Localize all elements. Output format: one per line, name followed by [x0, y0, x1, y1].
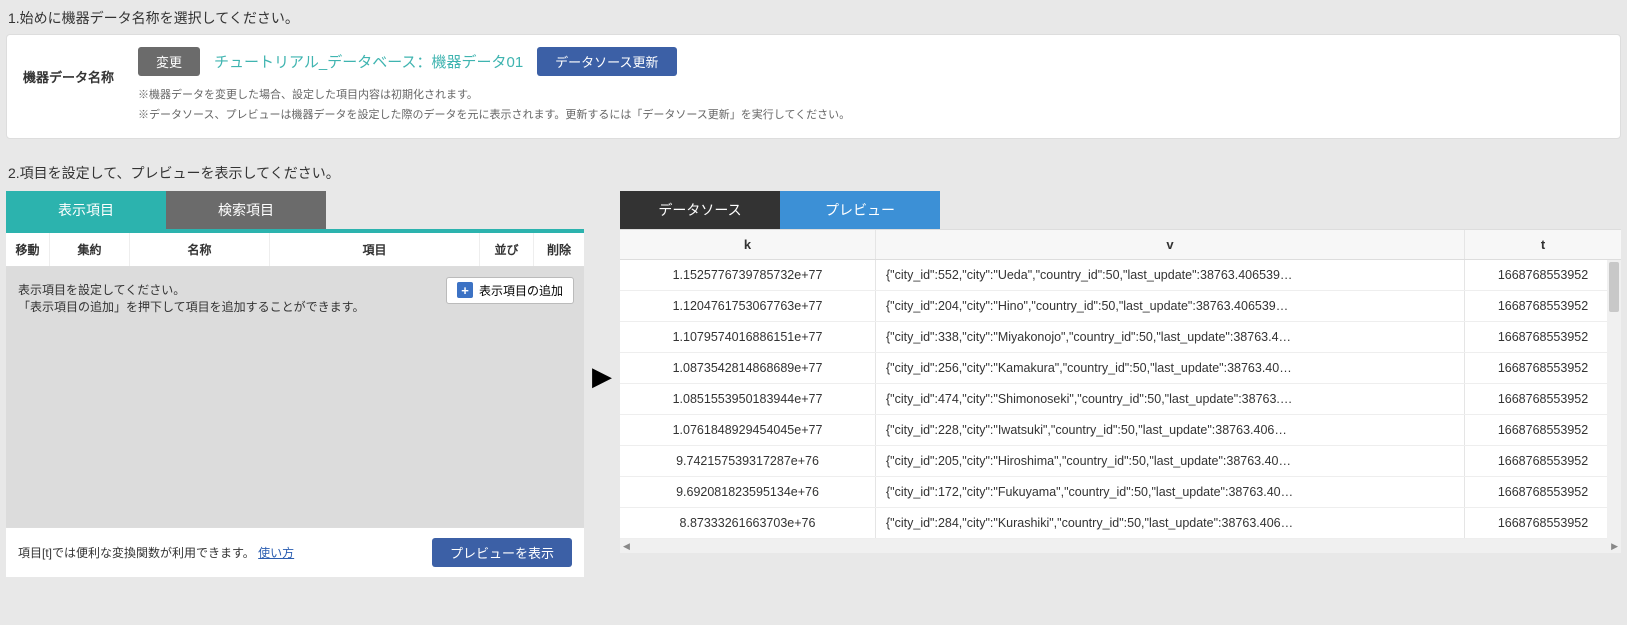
- col-k: k: [620, 230, 876, 259]
- cell-t: 1668768553952: [1465, 508, 1621, 538]
- horizontal-scrollbar[interactable]: ◀ ▶: [620, 539, 1621, 553]
- cell-k: 1.0873542814868689e+77: [620, 353, 876, 383]
- cell-t: 1668768553952: [1465, 477, 1621, 507]
- cell-t: 1668768553952: [1465, 384, 1621, 414]
- cell-t: 1668768553952: [1465, 291, 1621, 321]
- datasource-name: チュートリアル_データベース：機器データ01: [214, 51, 523, 72]
- arrow-right-icon: ▶: [592, 361, 612, 391]
- cell-t: 1668768553952: [1465, 322, 1621, 352]
- col-move: 移動: [6, 233, 50, 266]
- footer-text: 項目[t]では便利な変換関数が利用できます。: [18, 546, 255, 560]
- vertical-scrollbar-thumb[interactable]: [1609, 262, 1619, 312]
- note-line-2: ※データソース、プレビューは機器データを設定した際のデータを元に表示されます。更…: [138, 106, 1604, 126]
- cell-k: 1.0761848929454045e+77: [620, 415, 876, 445]
- col-del: 削除: [534, 233, 584, 266]
- table-row[interactable]: 1.0761848929454045e+77{"city_id":228,"ci…: [620, 415, 1621, 446]
- tab-display-items[interactable]: 表示項目: [6, 191, 166, 229]
- show-preview-button[interactable]: プレビューを表示: [432, 538, 572, 567]
- cell-k: 1.1204761753067763e+77: [620, 291, 876, 321]
- col-t: t: [1465, 230, 1621, 259]
- table-row[interactable]: 1.1079574016886151e+77{"city_id":338,"ci…: [620, 322, 1621, 353]
- add-display-item-label: 表示項目の追加: [479, 282, 563, 299]
- cell-v: {"city_id":256,"city":"Kamakura","countr…: [876, 353, 1465, 383]
- table-row[interactable]: 1.0873542814868689e+77{"city_id":256,"ci…: [620, 353, 1621, 384]
- right-panel: データソース プレビュー k v t 1.1525776739785732e+7…: [620, 191, 1621, 553]
- note-line-1: ※機器データを変更した場合、設定した項目内容は初期化されます。: [138, 86, 1604, 106]
- device-data-label: 機器データ名称: [23, 47, 114, 86]
- table-row[interactable]: 9.692081823595134e+76{"city_id":172,"cit…: [620, 477, 1621, 508]
- step2-title: 2.項目を設定して、プレビューを表示してください。: [8, 163, 1621, 183]
- left-grid-body: 表示項目を設定してください。 「表示項目の追加」を押下して項目を追加することがで…: [6, 267, 584, 527]
- cell-k: 1.0851553950183944e+77: [620, 384, 876, 414]
- table-row[interactable]: 1.1204761753067763e+77{"city_id":204,"ci…: [620, 291, 1621, 322]
- usage-link[interactable]: 使い方: [258, 546, 294, 560]
- cell-t: 1668768553952: [1465, 415, 1621, 445]
- device-data-panel: 機器データ名称 変更 チュートリアル_データベース：機器データ01 データソース…: [6, 34, 1621, 139]
- add-display-item-button[interactable]: + 表示項目の追加: [446, 277, 574, 304]
- cell-v: {"city_id":172,"city":"Fukuyama","countr…: [876, 477, 1465, 507]
- col-agg: 集約: [50, 233, 130, 266]
- col-sort: 並び: [480, 233, 534, 266]
- tab-datasource[interactable]: データソース: [620, 191, 780, 229]
- cell-t: 1668768553952: [1465, 446, 1621, 476]
- table-row[interactable]: 1.0851553950183944e+77{"city_id":474,"ci…: [620, 384, 1621, 415]
- plus-icon: +: [457, 282, 473, 298]
- cell-t: 1668768553952: [1465, 353, 1621, 383]
- cell-k: 8.87333261663703e+76: [620, 508, 876, 538]
- cell-k: 1.1079574016886151e+77: [620, 322, 876, 352]
- update-datasource-button[interactable]: データソース更新: [537, 47, 676, 76]
- table-row[interactable]: 9.742157539317287e+76{"city_id":205,"cit…: [620, 446, 1621, 477]
- data-grid-body: 1.1525776739785732e+77{"city_id":552,"ci…: [620, 260, 1621, 539]
- scroll-right-icon[interactable]: ▶: [1611, 541, 1618, 552]
- cell-t: 1668768553952: [1465, 260, 1621, 290]
- col-v: v: [876, 230, 1465, 259]
- table-row[interactable]: 1.1525776739785732e+77{"city_id":552,"ci…: [620, 260, 1621, 291]
- tab-preview[interactable]: プレビュー: [780, 191, 940, 229]
- table-row[interactable]: 8.87333261663703e+76{"city_id":284,"city…: [620, 508, 1621, 539]
- left-panel: 表示項目 検索項目 移動 集約 名称 項目 並び 削除 表示項目を設定してくださ…: [6, 191, 584, 577]
- cell-v: {"city_id":284,"city":"Kurashiki","count…: [876, 508, 1465, 538]
- col-name: 名称: [130, 233, 270, 266]
- tab-search-items[interactable]: 検索項目: [166, 191, 326, 229]
- data-grid-header: k v t: [620, 229, 1621, 260]
- col-item: 項目: [270, 233, 480, 266]
- cell-v: {"city_id":204,"city":"Hino","country_id…: [876, 291, 1465, 321]
- step1-title: 1.始めに機器データ名称を選択してください。: [8, 8, 1621, 28]
- vertical-scrollbar[interactable]: [1607, 260, 1621, 539]
- cell-v: {"city_id":228,"city":"Iwatsuki","countr…: [876, 415, 1465, 445]
- cell-v: {"city_id":552,"city":"Ueda","country_id…: [876, 260, 1465, 290]
- cell-k: 9.692081823595134e+76: [620, 477, 876, 507]
- cell-k: 1.1525776739785732e+77: [620, 260, 876, 290]
- cell-k: 9.742157539317287e+76: [620, 446, 876, 476]
- change-button[interactable]: 変更: [138, 47, 200, 76]
- left-grid-header: 移動 集約 名称 項目 並び 削除: [6, 233, 584, 267]
- left-footer: 項目[t]では便利な変換関数が利用できます。 使い方 プレビューを表示: [6, 527, 584, 577]
- cell-v: {"city_id":205,"city":"Hiroshima","count…: [876, 446, 1465, 476]
- scroll-left-icon[interactable]: ◀: [623, 541, 630, 552]
- cell-v: {"city_id":338,"city":"Miyakonojo","coun…: [876, 322, 1465, 352]
- cell-v: {"city_id":474,"city":"Shimonoseki","cou…: [876, 384, 1465, 414]
